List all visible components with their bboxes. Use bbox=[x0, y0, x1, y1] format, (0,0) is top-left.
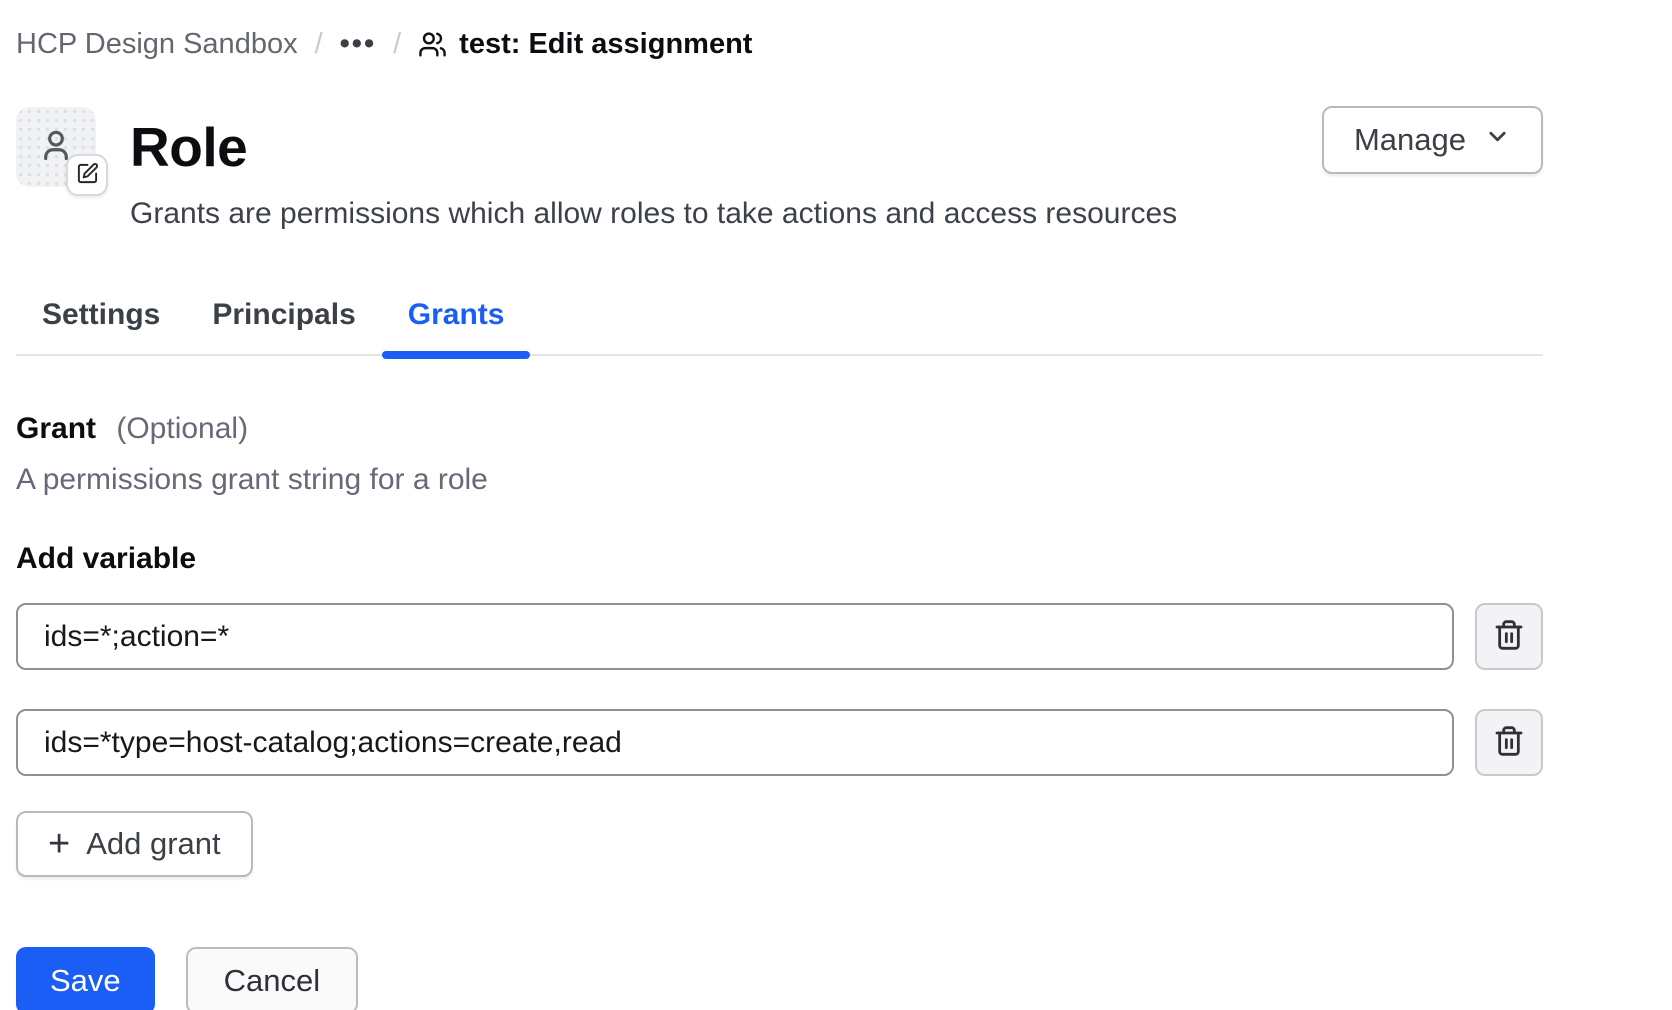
grant-row bbox=[16, 603, 1543, 670]
tab-principals[interactable]: Principals bbox=[186, 296, 381, 354]
breadcrumb-current: test: Edit assignment bbox=[418, 27, 752, 61]
delete-grant-2-button[interactable] bbox=[1475, 709, 1543, 776]
page-description: Grants are permissions which allow roles… bbox=[130, 195, 1543, 233]
breadcrumb-separator: / bbox=[393, 27, 401, 61]
add-grant-label: Add grant bbox=[86, 826, 220, 862]
role-edit-page: HCP Design Sandbox / ••• / test: Edit as… bbox=[0, 0, 1672, 1010]
breadcrumb-separator: / bbox=[315, 27, 323, 61]
cancel-button[interactable]: Cancel bbox=[186, 947, 359, 1010]
tab-settings[interactable]: Settings bbox=[16, 296, 186, 354]
manage-button-label: Manage bbox=[1354, 122, 1466, 158]
tab-settings-label: Settings bbox=[42, 298, 160, 331]
chevron-down-icon bbox=[1484, 122, 1511, 158]
form-actions: Save Cancel bbox=[16, 947, 1543, 1010]
header-left: Role bbox=[16, 107, 1543, 187]
breadcrumb-current-label: test: Edit assignment bbox=[459, 27, 752, 61]
breadcrumb-org-link[interactable]: HCP Design Sandbox bbox=[16, 27, 298, 61]
grant-input-2[interactable] bbox=[16, 709, 1454, 776]
delete-grant-1-button[interactable] bbox=[1475, 603, 1543, 670]
grant-field-help: A permissions grant string for a role bbox=[16, 461, 1543, 498]
grant-field-label: Grant bbox=[16, 412, 96, 445]
breadcrumb-collapsed-toggle[interactable]: ••• bbox=[340, 27, 376, 61]
trash-icon bbox=[1493, 725, 1525, 760]
grant-input-1[interactable] bbox=[16, 603, 1454, 670]
tab-grants-label: Grants bbox=[408, 298, 505, 331]
page-header: Role Manage bbox=[16, 107, 1543, 187]
tab-bar: Settings Principals Grants bbox=[16, 296, 1543, 356]
grant-row bbox=[16, 709, 1543, 776]
tab-principals-label: Principals bbox=[212, 298, 355, 331]
trash-icon bbox=[1493, 619, 1525, 654]
tab-grants[interactable]: Grants bbox=[382, 296, 531, 354]
add-variable-label: Add variable bbox=[16, 540, 1543, 577]
role-avatar bbox=[16, 107, 96, 187]
edit-icon bbox=[76, 162, 99, 188]
plus-icon: + bbox=[48, 825, 70, 863]
grant-field-label-row: Grant (Optional) bbox=[16, 410, 1543, 447]
manage-button[interactable]: Manage bbox=[1322, 106, 1543, 174]
grant-field-optional: (Optional) bbox=[116, 412, 248, 445]
users-icon bbox=[418, 30, 447, 59]
page-title: Role bbox=[130, 116, 247, 178]
add-grant-button[interactable]: + Add grant bbox=[16, 811, 253, 877]
save-button[interactable]: Save bbox=[16, 947, 155, 1010]
breadcrumb: HCP Design Sandbox / ••• / test: Edit as… bbox=[16, 27, 1543, 61]
edit-avatar-button[interactable] bbox=[66, 154, 108, 196]
